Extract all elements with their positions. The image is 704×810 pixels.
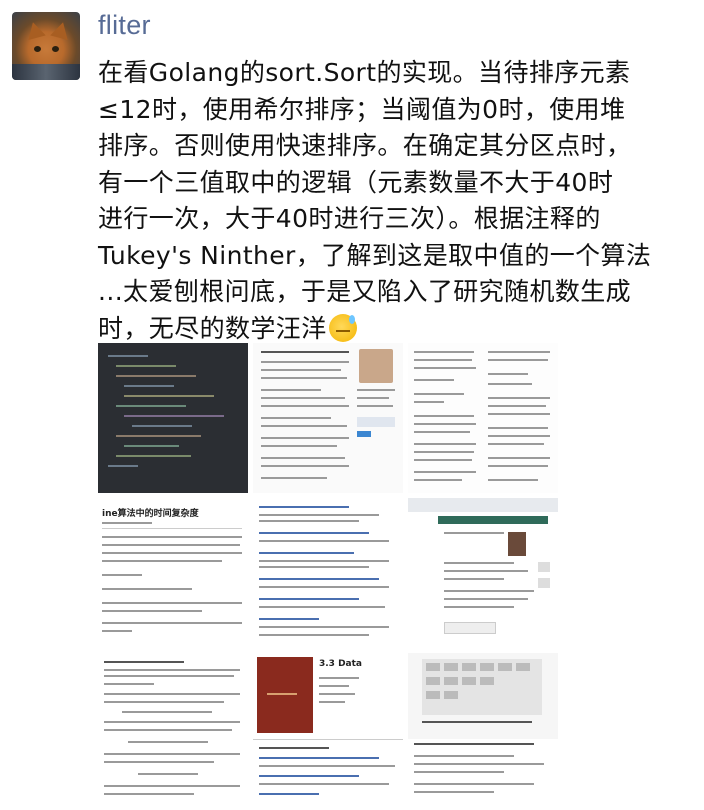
post-text-line: ≤12时，使用希尔排序；当阈值为0时，使用堆 [98,94,626,124]
post-text-line: Tukey's Ninther，了解到这是取中值的一个算法 [98,240,652,270]
image-thumbnail-3[interactable] [408,343,558,493]
post-text-line: 在看Golang的sort.Sort的实现。当待排序元素 [98,58,631,87]
image-thumbnail-5[interactable] [253,498,403,648]
image-thumbnail-2[interactable] [253,343,403,493]
post-text: 在看Golang的sort.Sort的实现。当待排序元素 ≤12时，使用希尔排序… [98,55,688,347]
image-thumbnail-9[interactable] [408,653,558,803]
image-thumbnail-7[interactable] [98,653,248,803]
image-thumbnail-6[interactable] [408,498,558,648]
post-text-line: 进行一次，大于40时进行三次）。根据注释的 [98,204,601,233]
post-text-line: 排序。否则使用快速排序。在确定其分区点时， [98,131,632,160]
post-text-line: 有一个三值取中的逻辑（元素数量不大于40时 [98,167,614,197]
image-thumbnail-4[interactable]: ine算法中的时间复杂度 [98,498,248,648]
avatar[interactable] [12,12,80,80]
book-cover [257,657,313,733]
post-text-line: ...太爱刨根问底，于是又陷入了研究随机数生成 [98,277,632,306]
username[interactable]: fliter [98,10,151,41]
sweat-smile-emoji-icon [328,313,357,342]
image-thumbnail-1[interactable] [98,343,248,493]
profile-photo [359,349,393,383]
post-text-line: 时，无尽的数学汪洋 [98,313,327,343]
image-thumbnail-8[interactable]: 3.3 Data [253,653,403,803]
